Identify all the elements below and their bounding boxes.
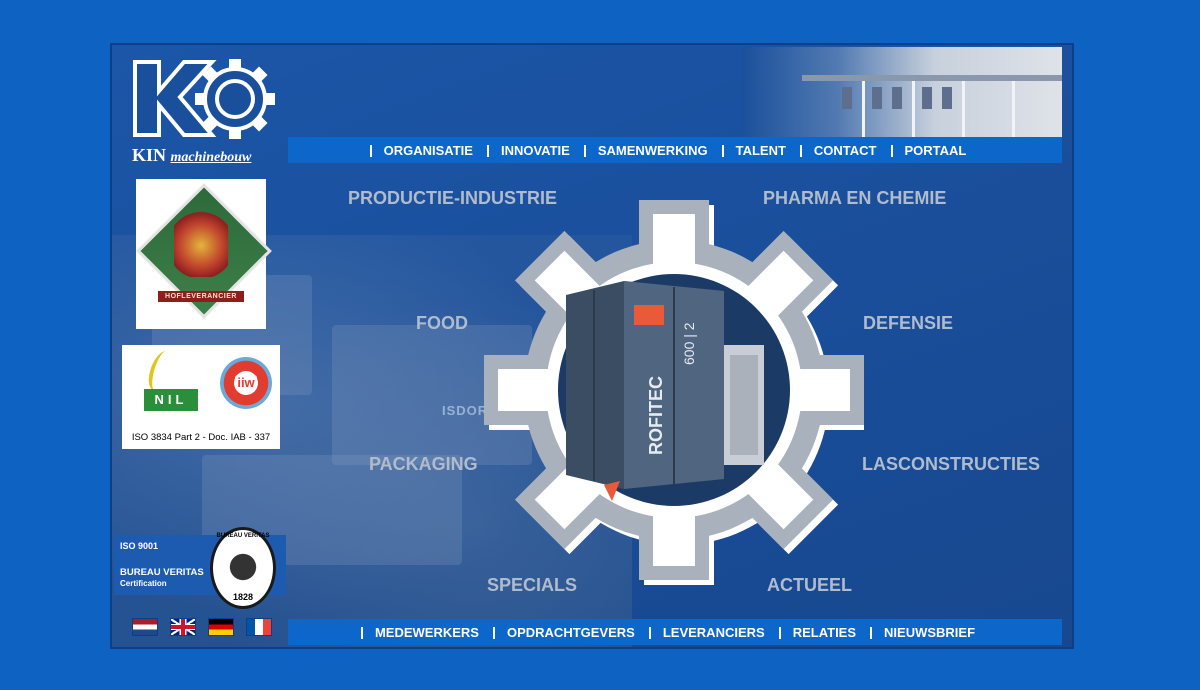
german-flag-icon[interactable] bbox=[208, 618, 234, 636]
nav-leveranciers[interactable]: LEVERANCIERS bbox=[648, 625, 779, 640]
machine-label: ROFITEC bbox=[646, 376, 666, 455]
nav-medewerkers[interactable]: MEDEWERKERS bbox=[360, 625, 493, 640]
bv-certification-text: Certification bbox=[120, 579, 167, 588]
english-flag-icon[interactable] bbox=[170, 618, 196, 636]
sector-defensie[interactable]: DEFENSIE bbox=[863, 313, 953, 334]
bv-name-text: BUREAU VERITAS bbox=[120, 567, 204, 578]
nav-portaal[interactable]: PORTAAL bbox=[890, 143, 981, 158]
nav-innovatie[interactable]: INNOVATIE bbox=[486, 143, 584, 158]
nav-organisatie[interactable]: ORGANISATIE bbox=[369, 143, 487, 158]
bureau-veritas-seal-icon: BUREAU VERITAS 1828 bbox=[210, 527, 276, 609]
sector-packaging[interactable]: PACKAGING bbox=[369, 454, 478, 475]
logo-name: KIN machinebouw bbox=[132, 145, 251, 166]
nav-opdrachtgevers[interactable]: OPDRACHTGEVERS bbox=[492, 625, 649, 640]
nil-flame-icon bbox=[144, 351, 178, 391]
sector-pharma-en-chemie[interactable]: PHARMA EN CHEMIE bbox=[763, 188, 946, 209]
sector-productie-industrie[interactable]: PRODUCTIE-INDUSTRIE bbox=[348, 188, 557, 209]
royal-warrant-badge: HOFLEVERANCIER bbox=[136, 179, 272, 329]
logo-brand: KIN bbox=[132, 145, 167, 165]
header-building-photo bbox=[742, 47, 1062, 137]
nav-samenwerking[interactable]: SAMENWERKING bbox=[583, 143, 722, 158]
royal-ribbon-text: HOFLEVERANCIER bbox=[158, 291, 244, 302]
cert-caption: ISO 3834 Part 2 - Doc. IAB - 337 bbox=[131, 432, 271, 443]
main-panel: ISDORF KIN machinebouw ORGANISATIE INNOV… bbox=[110, 43, 1074, 649]
sector-lasconstructies[interactable]: LASCONSTRUCTIES bbox=[862, 454, 1040, 475]
nil-iiw-certification-badge: NIL iiw ISO 3834 Part 2 - Doc. IAB - 337 bbox=[122, 345, 280, 449]
top-navigation: ORGANISATIE INNOVATIE SAMENWERKING TALEN… bbox=[288, 137, 1062, 163]
sector-actueel[interactable]: ACTUEEL bbox=[767, 575, 852, 596]
language-flags bbox=[132, 618, 272, 636]
machine-model: 600 | 2 bbox=[681, 322, 697, 365]
sector-food[interactable]: FOOD bbox=[416, 313, 468, 334]
nav-contact[interactable]: CONTACT bbox=[799, 143, 891, 158]
dutch-flag-icon[interactable] bbox=[132, 618, 158, 636]
iiw-logo-icon: iiw bbox=[220, 357, 272, 409]
logo-tagline: machinebouw bbox=[170, 150, 252, 165]
central-gear-graphic: ROFITEC 600 | 2 bbox=[484, 200, 864, 585]
nav-talent[interactable]: TALENT bbox=[721, 143, 800, 158]
nav-nieuwsbrief[interactable]: NIEUWSBRIEF bbox=[870, 625, 989, 640]
bureau-veritas-badge: ISO 9001 BUREAU VERITAS Certification BU… bbox=[114, 527, 286, 609]
royal-crest-icon bbox=[174, 207, 228, 277]
bottom-navigation: MEDEWERKERS OPDRACHTGEVERS LEVERANCIERS … bbox=[288, 619, 1062, 645]
ko-gear-logo-icon bbox=[133, 59, 275, 139]
french-flag-icon[interactable] bbox=[246, 618, 272, 636]
bv-iso-text: ISO 9001 bbox=[120, 541, 159, 551]
sector-specials[interactable]: SPECIALS bbox=[487, 575, 577, 596]
nav-relaties[interactable]: RELATIES bbox=[778, 625, 870, 640]
nil-logo: NIL bbox=[144, 389, 198, 411]
